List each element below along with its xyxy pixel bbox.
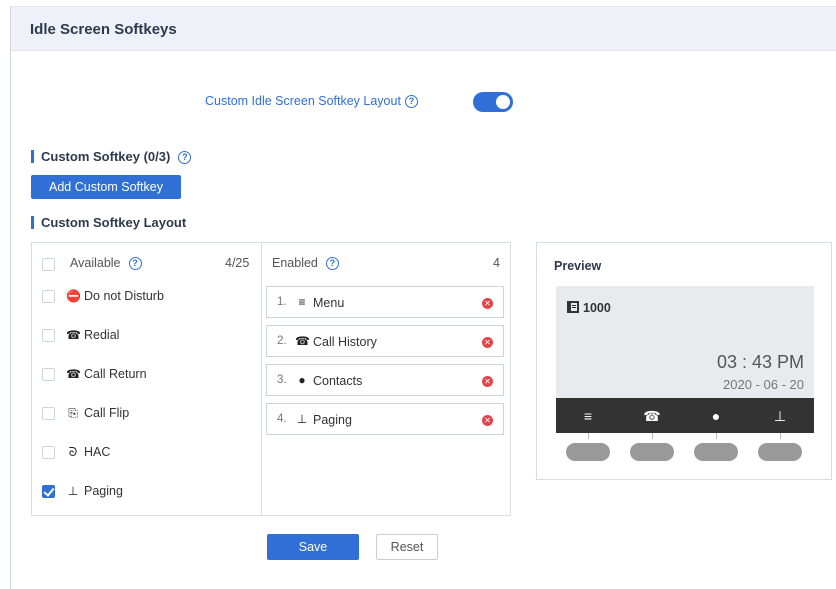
available-count: 4/25: [225, 256, 250, 270]
enabled-item[interactable]: 3. ● Contacts ✕: [266, 364, 504, 396]
custom-softkey-title-text: Custom Softkey (0/3): [41, 149, 171, 164]
line-label: 1000: [567, 301, 611, 315]
available-item[interactable]: ☎ Call Return: [32, 365, 260, 385]
clock-time: 03 : 43 PM: [716, 352, 804, 372]
available-item[interactable]: ☎ Redial: [32, 326, 260, 346]
preview-panel: Preview 1000 03 : 43 PM 2020 - 06 - 20 ≡…: [536, 242, 832, 480]
remove-icon[interactable]: ✕: [482, 337, 493, 348]
available-item[interactable]: ⎘ Call Flip: [32, 404, 260, 424]
enabled-header-label: Enabled: [272, 256, 318, 270]
softkey-layout-transfer: Available? 4/25 ⛔ Do not Disturb ☎ Redia…: [31, 242, 511, 516]
softkey-button-3: [694, 443, 738, 461]
available-item-label: Call Flip: [84, 406, 130, 420]
softkey-button-1: [566, 443, 610, 461]
column-divider: [261, 243, 262, 515]
available-item-checkbox[interactable]: [42, 407, 55, 420]
line-number: 1000: [583, 301, 611, 315]
redial-icon: ☎: [66, 328, 81, 342]
softkey-connector: [588, 433, 589, 439]
page-title: Idle Screen Softkeys: [30, 21, 177, 38]
available-header: Available?: [70, 256, 142, 271]
enabled-item-label: Menu: [313, 296, 345, 310]
help-icon[interactable]: ?: [128, 257, 142, 271]
custom-layout-label-text: Custom Idle Screen Softkey Layout: [205, 94, 401, 108]
select-all-available-checkbox[interactable]: [42, 258, 55, 271]
paging-icon: ⊥: [296, 412, 308, 426]
remove-icon[interactable]: ✕: [482, 298, 493, 309]
enabled-item-number: 2.: [277, 335, 287, 347]
softkey-button-4: [758, 443, 802, 461]
softkey-bar: ≡ ☎ ● ⊥: [556, 398, 814, 439]
enabled-item-label: Paging: [313, 413, 352, 427]
custom-layout-label: Custom Idle Screen Softkey Layout?: [205, 94, 418, 109]
call-return-icon: ☎: [66, 367, 81, 381]
available-item-label: Paging: [84, 484, 123, 498]
paging-icon: ⊥: [773, 408, 787, 424]
enabled-count: 4: [493, 256, 500, 270]
available-item-label: Call Return: [84, 367, 147, 381]
clock-date: 2020 - 06 - 20: [723, 377, 804, 392]
help-icon[interactable]: ?: [178, 151, 192, 165]
line-icon: [567, 301, 579, 313]
toggle-knob: [496, 95, 510, 109]
available-header-label: Available: [70, 256, 121, 270]
available-item-label: Do not Disturb: [84, 289, 164, 303]
custom-softkey-section-title: Custom Softkey (0/3)?: [31, 149, 192, 165]
contacts-icon: ●: [298, 373, 306, 387]
available-item-checkbox[interactable]: [42, 290, 55, 303]
reset-button[interactable]: Reset: [376, 534, 438, 560]
menu-icon: ≡: [583, 408, 593, 424]
help-icon[interactable]: ?: [325, 257, 339, 271]
remove-icon[interactable]: ✕: [482, 376, 493, 387]
softkey-connector: [716, 433, 717, 439]
dnd-icon: ⛔: [66, 289, 81, 303]
enabled-item-label: Contacts: [313, 374, 363, 388]
available-item-checkbox[interactable]: [42, 485, 55, 498]
enabled-item-number: 3.: [277, 374, 287, 386]
softkey-connector: [652, 433, 653, 439]
enabled-item[interactable]: 4. ⊥ Paging ✕: [266, 403, 504, 435]
enabled-item-number: 4.: [277, 413, 287, 425]
enabled-item[interactable]: 1. ≡ Menu ✕: [266, 286, 504, 318]
available-item-checkbox[interactable]: [42, 446, 55, 459]
save-button[interactable]: Save: [267, 534, 359, 560]
call-flip-icon: ⎘: [68, 406, 78, 420]
menu-icon: ≡: [298, 295, 306, 309]
call-history-icon: ☎: [643, 408, 661, 424]
available-item-label: Redial: [84, 328, 120, 342]
enabled-item[interactable]: 2. ☎ Call History ✕: [266, 325, 504, 357]
available-item-label: HAC: [84, 445, 111, 459]
paging-icon: ⊥: [67, 484, 79, 498]
add-custom-softkey-button[interactable]: Add Custom Softkey: [31, 175, 181, 199]
remove-icon[interactable]: ✕: [482, 415, 493, 426]
available-item[interactable]: ⊥ Paging: [32, 482, 260, 502]
softkey-button-2: [630, 443, 674, 461]
softkey-connector: [780, 433, 781, 439]
enabled-item-label: Call History: [313, 335, 377, 349]
available-item[interactable]: ⛔ Do not Disturb: [32, 287, 260, 307]
available-item[interactable]: ᘐ HAC: [32, 443, 260, 463]
hac-icon: ᘐ: [68, 445, 78, 459]
enabled-item-number: 1.: [277, 296, 287, 308]
call-history-icon: ☎: [295, 334, 310, 348]
contacts-icon: ●: [711, 408, 721, 424]
settings-panel: Idle Screen Softkeys Custom Idle Screen …: [10, 6, 836, 589]
available-item-checkbox[interactable]: [42, 368, 55, 381]
enabled-header: Enabled?: [272, 256, 339, 271]
preview-title: Preview: [554, 259, 602, 273]
custom-softkey-layout-title: Custom Softkey Layout: [31, 215, 186, 230]
help-icon[interactable]: ?: [404, 95, 418, 109]
page-header: Idle Screen Softkeys: [11, 7, 836, 51]
available-item-checkbox[interactable]: [42, 329, 55, 342]
custom-layout-toggle[interactable]: [473, 92, 513, 112]
phone-screen: 1000 03 : 43 PM 2020 - 06 - 20: [556, 286, 814, 398]
